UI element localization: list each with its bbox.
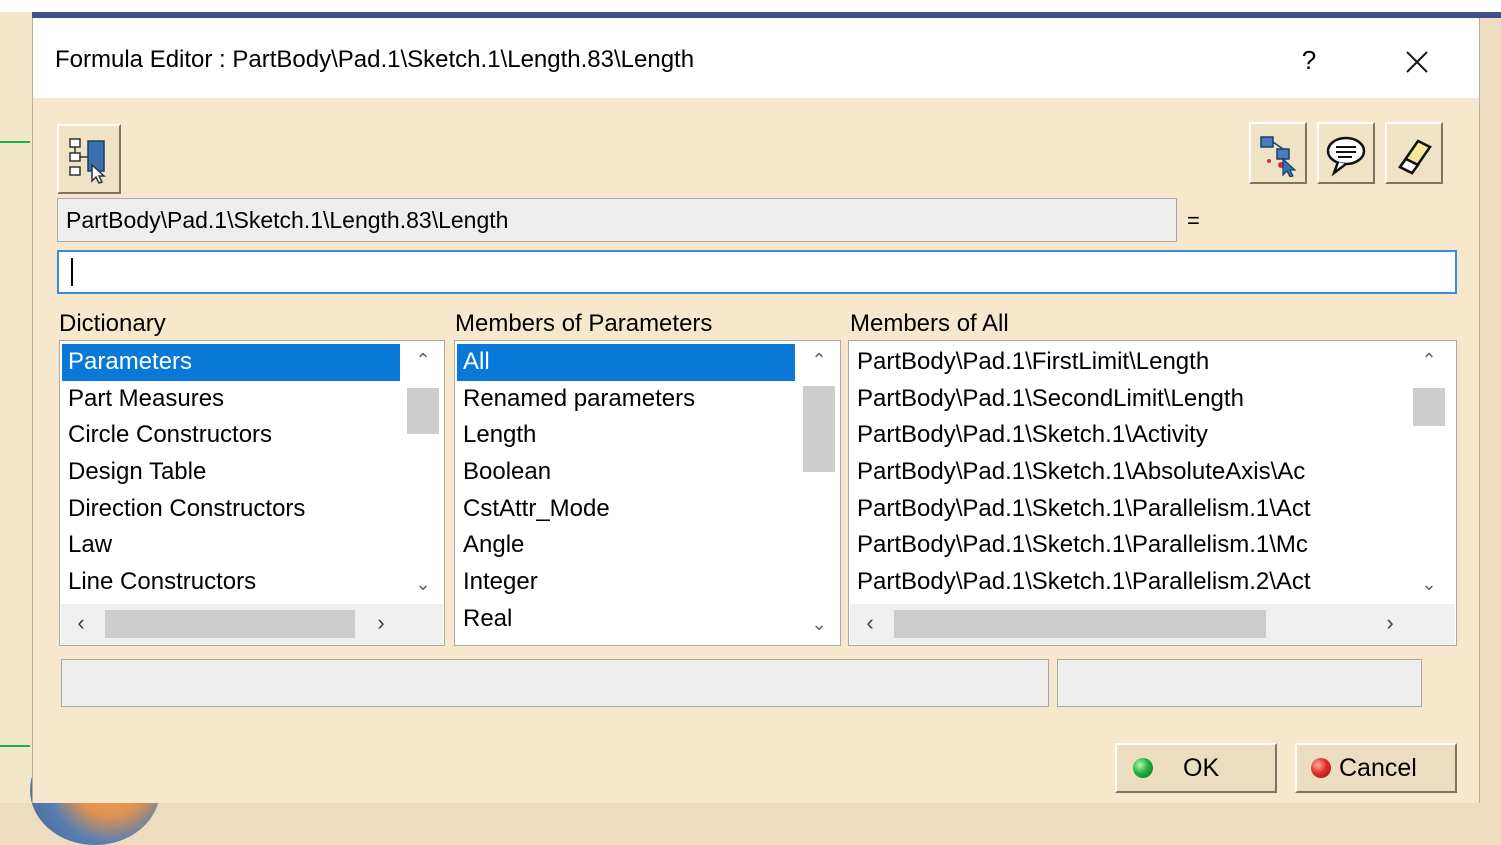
- members-vertical-scrollbar[interactable]: ⌃ ⌄: [799, 342, 839, 644]
- member-item-angle[interactable]: Angle: [457, 527, 795, 564]
- scroll-left-arrow-icon[interactable]: ‹: [63, 604, 99, 644]
- member-item-real[interactable]: Real: [457, 601, 795, 638]
- member-item-cstattr-mode[interactable]: CstAttr_Mode: [457, 491, 795, 528]
- scroll-up-arrow-icon[interactable]: ⌃: [1409, 342, 1449, 378]
- members-of-all-list[interactable]: PartBody\Pad.1\FirstLimit\Length PartBod…: [848, 340, 1457, 646]
- comment-button[interactable]: [1317, 122, 1375, 184]
- scroll-down-arrow-icon[interactable]: ⌄: [799, 606, 839, 642]
- scroll-up-arrow-icon[interactable]: ⌃: [799, 342, 839, 378]
- dictionary-item-direction-constructors[interactable]: Direction Constructors: [62, 491, 400, 528]
- close-button[interactable]: [1397, 42, 1437, 82]
- members-of-all-header: Members of All: [850, 310, 1009, 337]
- member-item-boolean[interactable]: Boolean: [457, 454, 795, 491]
- scroll-right-arrow-icon[interactable]: ›: [363, 604, 399, 644]
- cancel-button-label: Cancel: [1339, 754, 1417, 782]
- member-item-all[interactable]: All: [457, 344, 795, 381]
- scrollbar-thumb[interactable]: [803, 386, 835, 472]
- dictionary-item-line-constructors[interactable]: Line Constructors: [62, 564, 400, 601]
- comment-bubble-icon: [1326, 136, 1366, 177]
- dictionary-horizontal-scrollbar[interactable]: ‹ ›: [61, 604, 443, 644]
- message-field: [61, 659, 1049, 707]
- all-item[interactable]: PartBody\Pad.1\Sketch.1\Activity: [851, 417, 1317, 454]
- app-background-left: [0, 12, 32, 803]
- dictionary-item-circle-constructors[interactable]: Circle Constructors: [62, 417, 400, 454]
- scrollbar-thumb[interactable]: [1413, 388, 1445, 426]
- all-item[interactable]: PartBody\Pad.1\Sketch.1\AbsoluteAxis\Ac: [851, 454, 1317, 491]
- all-vertical-scrollbar[interactable]: ⌃ ⌄: [1409, 342, 1449, 604]
- dictionary-list[interactable]: Parameters Part Measures Circle Construc…: [59, 340, 445, 646]
- app-axis-marker: [0, 141, 30, 143]
- text-cursor: [71, 258, 73, 286]
- dictionary-item-parameters[interactable]: Parameters: [62, 344, 400, 381]
- parameter-path-field: PartBody\Pad.1\Sketch.1\Length.83\Length: [57, 198, 1177, 242]
- members-of-parameters-header: Members of Parameters: [455, 310, 713, 337]
- dialog-titlebar[interactable]: Formula Editor : PartBody\Pad.1\Sketch.1…: [33, 18, 1479, 98]
- member-item-length[interactable]: Length: [457, 417, 795, 454]
- all-item[interactable]: PartBody\Pad.1\FirstLimit\Length: [851, 344, 1317, 381]
- members-of-parameters-list[interactable]: All Renamed parameters Length Boolean Cs…: [454, 340, 841, 646]
- all-item[interactable]: PartBody\Pad.1\Sketch.1\Parallelism.2\Ac…: [851, 564, 1317, 601]
- app-axis-marker: [0, 745, 30, 747]
- ok-indicator-icon: [1133, 758, 1153, 778]
- dictionary-header: Dictionary: [59, 310, 166, 337]
- scroll-right-arrow-icon[interactable]: ›: [1372, 604, 1408, 644]
- all-horizontal-scrollbar[interactable]: ‹ ›: [850, 604, 1455, 644]
- scroll-left-arrow-icon[interactable]: ‹: [852, 604, 888, 644]
- formula-input[interactable]: [57, 250, 1457, 294]
- eraser-icon: [1398, 139, 1432, 175]
- scroll-down-arrow-icon[interactable]: ⌄: [403, 566, 443, 602]
- member-item-renamed-parameters[interactable]: Renamed parameters: [457, 381, 795, 418]
- dictionary-item-law[interactable]: Law: [62, 527, 400, 564]
- dictionary-item-part-measures[interactable]: Part Measures: [62, 381, 400, 418]
- cancel-button[interactable]: Cancel: [1295, 743, 1457, 793]
- value-field: [1057, 659, 1422, 707]
- member-item-integer[interactable]: Integer: [457, 564, 795, 601]
- scrollbar-thumb[interactable]: [894, 610, 1266, 638]
- close-icon: [1406, 51, 1428, 73]
- scrollbar-thumb[interactable]: [105, 610, 355, 638]
- cancel-indicator-icon: [1311, 758, 1331, 778]
- insert-reference-icon: [1260, 136, 1297, 177]
- insert-reference-button[interactable]: [1249, 122, 1307, 184]
- ok-button[interactable]: OK: [1115, 743, 1277, 793]
- erase-button[interactable]: [1385, 122, 1443, 184]
- scroll-down-arrow-icon[interactable]: ⌄: [1409, 566, 1449, 602]
- help-button[interactable]: ?: [1291, 42, 1327, 78]
- tree-selection-icon: [69, 138, 106, 184]
- all-item[interactable]: PartBody\Pad.1\SecondLimit\Length: [851, 381, 1317, 418]
- app-background-top: [0, 0, 1501, 12]
- all-item[interactable]: PartBody\Pad.1\Sketch.1\Parallelism.1\Ac…: [851, 491, 1317, 528]
- dialog-title: Formula Editor : PartBody\Pad.1\Sketch.1…: [55, 46, 695, 73]
- scroll-up-arrow-icon[interactable]: ⌃: [403, 342, 443, 378]
- scrollbar-thumb[interactable]: [407, 388, 439, 434]
- all-item[interactable]: PartBody\Pad.1\Sketch.1\Parallelism.1\Mc: [851, 527, 1317, 564]
- dictionary-vertical-scrollbar[interactable]: ⌃ ⌄: [403, 342, 443, 604]
- dictionary-item-design-table[interactable]: Design Table: [62, 454, 400, 491]
- select-in-tree-button[interactable]: [57, 124, 121, 194]
- ok-button-label: OK: [1183, 754, 1220, 782]
- formula-editor-dialog: Formula Editor : PartBody\Pad.1\Sketch.1…: [32, 18, 1480, 803]
- equals-sign: =: [1187, 208, 1200, 233]
